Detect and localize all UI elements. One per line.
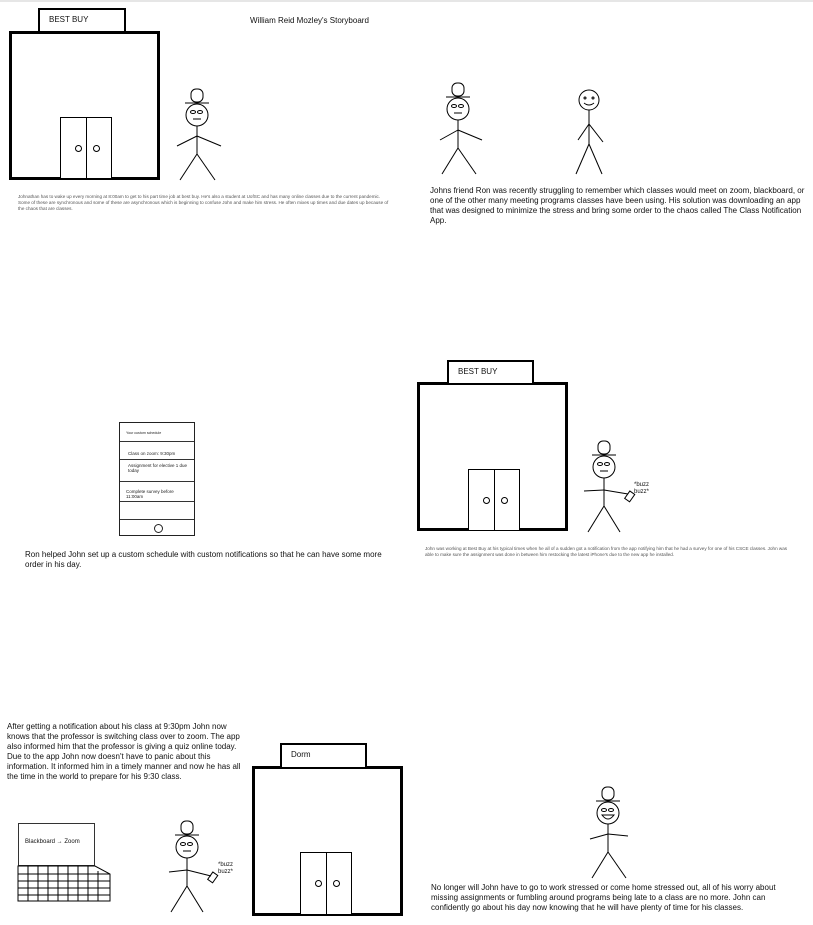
phone-divider bbox=[120, 459, 194, 460]
notification-zoom-class[interactable]: Class on zoom: 9:30pm bbox=[128, 451, 175, 456]
panel4-caption: John was working at Best Buy at his typi… bbox=[425, 546, 788, 558]
panel6-caption: No longer will John have to go to work s… bbox=[431, 883, 776, 912]
panel3-caption: Ron helped John set up a custom schedule… bbox=[25, 550, 382, 569]
store-sign: BEST BUY bbox=[447, 360, 534, 385]
buzz-notification-text: *buzz buzz* bbox=[634, 482, 650, 495]
stick-figure-john bbox=[439, 82, 483, 175]
laptop-screen: Blackboard → Zoom bbox=[18, 823, 95, 866]
home-button-icon[interactable] bbox=[154, 524, 163, 533]
door-knob-icon bbox=[333, 880, 340, 888]
panel5-caption: After getting a notification about his c… bbox=[7, 722, 241, 781]
top-divider bbox=[0, 0, 813, 2]
store-door bbox=[468, 469, 520, 531]
door-knob-icon bbox=[315, 880, 322, 888]
dorm-door bbox=[300, 852, 352, 915]
phone-mockup: Your custom schedule Class on zoom: 9:30… bbox=[119, 422, 195, 536]
panel2-caption: Johns friend Ron was recently struggling… bbox=[430, 186, 805, 225]
door-knob-icon bbox=[483, 497, 490, 504]
laptop-keyboard bbox=[17, 865, 111, 902]
phone-divider bbox=[120, 501, 194, 502]
notification-survey[interactable]: Complete survey before 11:00am bbox=[126, 489, 188, 499]
store-sign: BEST BUY bbox=[38, 8, 126, 33]
phone-header: Your custom schedule bbox=[126, 431, 162, 435]
buzz-notification-text: *buzz buzz* bbox=[218, 862, 234, 875]
dorm-sign: Dorm bbox=[280, 743, 367, 769]
laptop-screen-text: Blackboard → Zoom bbox=[25, 839, 80, 845]
stick-figure-john bbox=[583, 440, 636, 533]
door-knob-icon bbox=[501, 497, 508, 504]
door-knob-icon bbox=[75, 145, 82, 152]
notification-assignment[interactable]: Assignment for elective 1 due today bbox=[128, 463, 190, 473]
page-title: William Reid Mozley's Storyboard bbox=[250, 16, 369, 25]
laptop: Blackboard → Zoom bbox=[17, 823, 113, 903]
store-door bbox=[60, 117, 112, 179]
stick-figure-john bbox=[168, 820, 219, 913]
stick-figure-john bbox=[176, 88, 222, 181]
stick-figure-ron bbox=[575, 89, 604, 175]
door-knob-icon bbox=[93, 145, 100, 152]
phone-divider bbox=[120, 519, 194, 520]
phone-divider bbox=[120, 441, 194, 442]
phone-divider bbox=[120, 481, 194, 482]
stick-figure-john-happy bbox=[589, 786, 629, 879]
panel1-caption: Johnathan has to wake up every morning a… bbox=[18, 194, 389, 212]
